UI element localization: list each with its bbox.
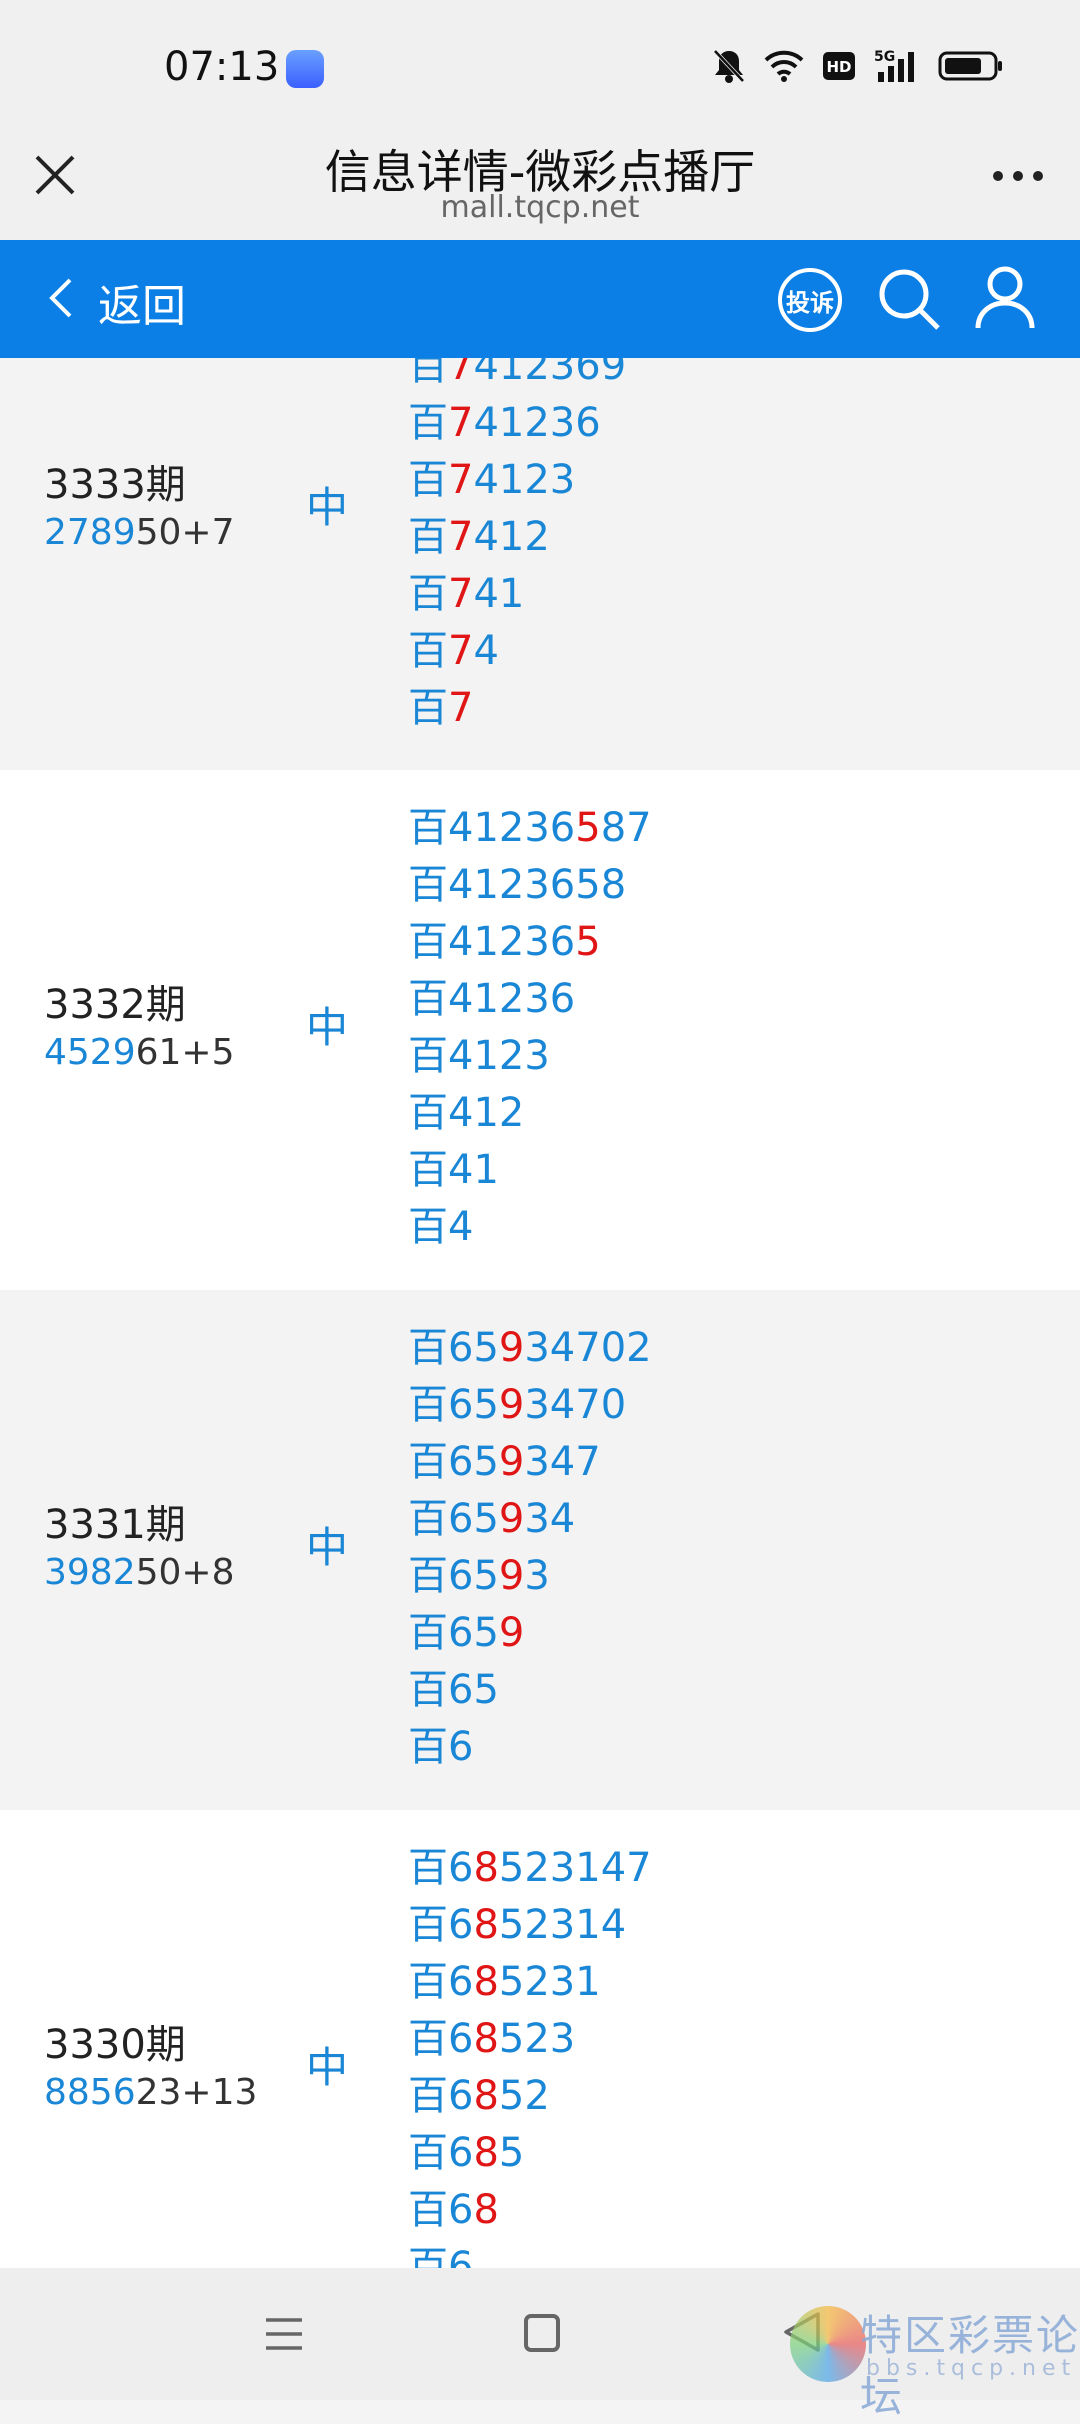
prediction-lines: 百7412369 百741236 百74123 百7412 百741 百74 百… [408,358,626,737]
prediction-line: 百74 [408,628,499,674]
complain-button[interactable]: 投诉 [778,268,842,332]
search-icon[interactable] [876,266,942,332]
prediction-lines: 百68523147 百6852314 百685231 百68523 百6852 … [408,1840,652,2268]
prediction-line: 百68523147 [408,1845,652,1891]
record-row: 3331期 398250+8 中 百65934702 百6593470 百659… [0,1290,1080,1810]
status-icons: HD 5G [712,48,1004,84]
hit-marker: 中 [306,2043,349,2092]
draw-highlight: 3982 [44,1552,136,1593]
wifi-icon [764,50,804,82]
prediction-line: 百7412369 [408,358,627,389]
forum-logo-icon [790,2306,866,2382]
record-row: 3333期 278950+7 中 百7412369 百741236 百74123… [0,358,1080,770]
prediction-line: 百741 [408,571,525,617]
menu-icon[interactable] [264,2316,304,2352]
prediction-line: 百65934 [408,1496,576,1542]
prediction-line: 百685231 [408,1959,601,2005]
draw-number: 278950+7 [44,512,235,553]
hd-label: HD [826,58,851,76]
prediction-line: 百412 [408,1090,525,1136]
prediction-line: 百6593 [408,1553,550,1599]
page-url: mall.tqcp.net [440,190,640,225]
browser-title-bar: 信息详情-微彩点播厅 mall.tqcp.net [0,136,1080,240]
period-label: 3331期 [44,1502,186,1548]
more-options-icon[interactable] [990,166,1046,186]
draw-rest: 23+13 [135,2072,258,2113]
user-icon[interactable] [974,264,1036,330]
hit-marker: 中 [306,483,349,532]
back-button[interactable]: 返回 [98,270,186,334]
hit-marker: 中 [306,1003,349,1052]
draw-number: 452961+5 [44,1032,235,1073]
draw-highlight: 8856 [44,2072,136,2113]
back-chevron-icon[interactable] [46,276,76,320]
app-notification-icon [286,50,324,88]
signal-5g-icon: 5G [874,49,914,82]
prediction-lines: 百41236587 百4123658 百412365 百41236 百4123 … [408,800,652,1256]
forum-watermark: 特区彩票论坛 bbs.tqcp.net [790,2298,1080,2421]
hit-marker: 中 [306,1523,349,1572]
prediction-line: 百65934702 [408,1325,652,1371]
draw-highlight: 2789 [44,512,136,553]
draw-number: 398250+8 [44,1552,235,1593]
watermark-url: bbs.tqcp.net [866,2356,1077,2381]
complain-label: 投诉 [786,288,834,317]
prediction-line: 百659 [408,1610,525,1656]
prediction-line: 百7412 [408,514,550,560]
record-list: 3333期 278950+7 中 百7412369 百741236 百74123… [0,358,1080,2268]
hd-icon: HD [823,52,855,80]
period-label: 3332期 [44,982,186,1028]
prediction-line: 百4 [408,1204,474,1250]
prediction-lines: 百65934702 百6593470 百659347 百65934 百6593 … [408,1320,652,1776]
prediction-line: 百41236587 [408,805,652,851]
site-nav-bar: 返回 投诉 [0,240,1080,358]
prediction-line: 百6 [408,1724,474,1770]
draw-number: 885623+13 [44,2072,257,2113]
prediction-line: 百41236 [408,976,576,1022]
status-time: 07:13 [164,44,280,90]
prediction-line: 百6593470 [408,1382,627,1428]
prediction-line: 百685 [408,2130,525,2176]
prediction-line: 百68 [408,2187,499,2233]
status-bar: 07:13 HD 5G [0,0,1080,136]
prediction-line: 百74123 [408,457,576,503]
draw-rest: 50+8 [135,1552,235,1593]
prediction-line: 百6 [408,2244,474,2268]
prediction-line: 百41 [408,1147,499,1193]
period-label: 3330期 [44,2022,186,2068]
prediction-line: 百6852 [408,2073,550,2119]
prediction-line: 百741236 [408,400,601,446]
draw-rest: 61+5 [135,1032,235,1073]
mute-bell-icon [713,49,745,83]
prediction-line: 百412365 [408,919,601,965]
record-row: 3332期 452961+5 中 百41236587 百4123658 百412… [0,770,1080,1290]
prediction-line: 百6852314 [408,1902,627,1948]
net-label: 5G [874,49,895,65]
record-row: 3330期 885623+13 中 百68523147 百6852314 百68… [0,1810,1080,2268]
system-nav-bar: 特区彩票论坛 bbs.tqcp.net [0,2268,1080,2421]
prediction-line: 百4123658 [408,862,627,908]
prediction-line: 百659347 [408,1439,601,1485]
prediction-line: 百68523 [408,2016,576,2062]
draw-rest: 50+7 [135,512,235,553]
home-icon[interactable] [524,2314,560,2352]
prediction-line: 百4123 [408,1033,550,1079]
prediction-line: 百65 [408,1667,499,1713]
battery-icon [938,51,1002,81]
draw-highlight: 4529 [44,1032,136,1073]
prediction-line: 百7 [408,685,474,731]
period-label: 3333期 [44,462,186,508]
